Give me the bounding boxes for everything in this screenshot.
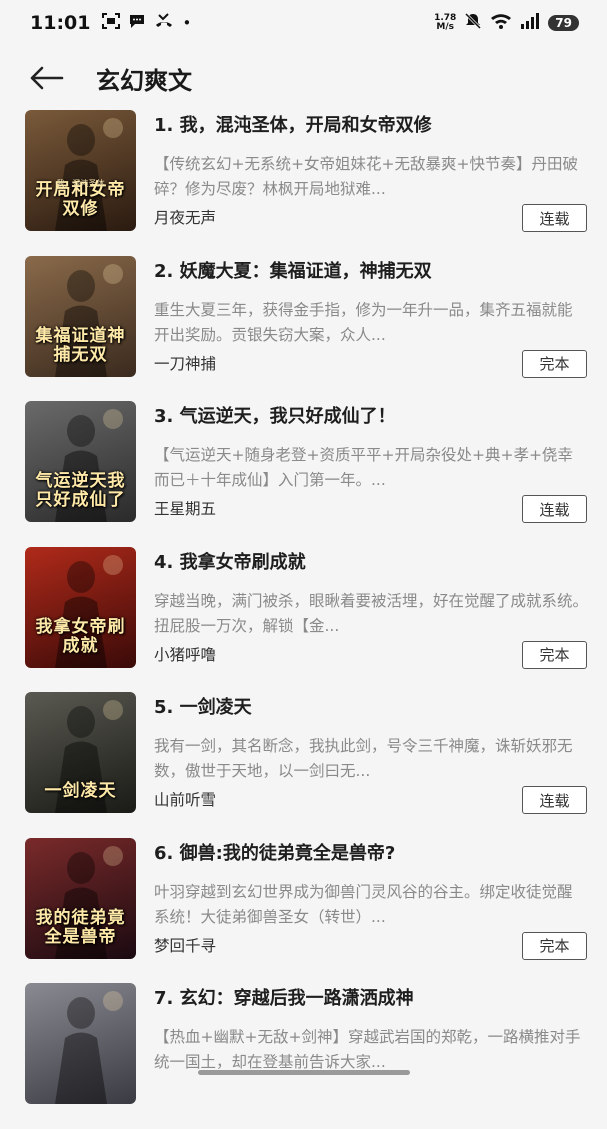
book-list-item[interactable]: 气运逆天我只好成仙了 3. 气运逆天，我只好成仙了！ 【气运逆天+随身老登+资质平平… <box>0 401 607 547</box>
status-right: 1.78 M/s 79 <box>434 12 579 34</box>
battery-indicator: 79 <box>548 15 579 31</box>
dot-icon: • <box>182 14 191 32</box>
home-indicator[interactable] <box>198 1070 410 1075</box>
book-cover[interactable]: 气运逆天我只好成仙了 <box>25 401 136 522</box>
cover-title: 我拿女帝刷成就 <box>31 618 130 656</box>
book-cover[interactable] <box>25 983 136 1104</box>
book-status-badge: 完本 <box>522 932 587 960</box>
book-info: 1. 我，混沌圣体，开局和女帝双修【传统玄幻+无系统+女帝姐妹花+无敌暴爽+快节… <box>154 110 587 256</box>
book-list-item[interactable]: 集福证道神捕无双 2. 妖魔大夏：集福证道，神捕无双重生大夏三年，获得金手指，修为… <box>0 256 607 402</box>
book-list-item[interactable]: 开局和女帝双修我，混沌圣体1. 我，混沌圣体，开局和女帝双修【传统玄幻+无系统+… <box>0 110 607 256</box>
book-status-badge: 连载 <box>522 495 587 523</box>
book-info: 4. 我拿女帝刷成就穿越当晚，满门被杀，眼瞅着要被活埋，好在觉醒了成就系统。 扭… <box>154 547 587 693</box>
book-info: 7. 玄幻：穿越后我一路潇洒成神【热血+幽默+无敌+剑神】穿越武岩国的郑乾，一路… <box>154 983 587 1129</box>
book-description: 我有一剑，其名断念，我执此剑，号令三千神魔，诛斩妖邪无数，傲世于天地，以一剑曰无… <box>154 734 587 784</box>
book-author: 梦回千寻 <box>154 934 216 956</box>
book-description: 【气运逆天+随身老登+资质平平+开局杂役处+典+孝+侥幸而已＋十年成仙】入门第一… <box>154 443 587 493</box>
status-bar: 11:01 • 1.78 M/s 79 <box>0 0 607 46</box>
book-title[interactable]: 1. 我，混沌圣体，开局和女帝双修 <box>154 114 587 138</box>
book-title[interactable]: 5. 一剑凌天 <box>154 696 587 720</box>
book-title[interactable]: 4. 我拿女帝刷成就 <box>154 551 587 575</box>
book-info: 6. 御兽:我的徒弟竟全是兽帝? 叶羽穿越到玄幻世界成为御兽门灵风谷的谷主。绑定收… <box>154 838 587 984</box>
mute-icon <box>464 12 482 34</box>
book-title[interactable]: 7. 玄幻：穿越后我一路潇洒成神 <box>154 987 587 1011</box>
cover-illustration <box>25 983 136 1104</box>
book-cover[interactable]: 我拿女帝刷成就 <box>25 547 136 668</box>
book-author: 小猪呼噜 <box>154 643 216 665</box>
book-list: 开局和女帝双修我，混沌圣体1. 我，混沌圣体，开局和女帝双修【传统玄幻+无系统+… <box>0 110 607 1129</box>
book-list-item[interactable]: 7. 玄幻：穿越后我一路潇洒成神【热血+幽默+无敌+剑神】穿越武岩国的郑乾，一路… <box>0 983 607 1129</box>
book-status-badge: 完本 <box>522 350 587 378</box>
book-author: 一刀神捕 <box>154 352 216 374</box>
book-author: 山前听雪 <box>154 788 216 810</box>
book-list-item[interactable]: 我拿女帝刷成就 4. 我拿女帝刷成就穿越当晚，满门被杀，眼瞅着要被活埋，好在觉醒了… <box>0 547 607 693</box>
net-speed: 1.78 M/s <box>434 14 456 32</box>
book-description: 叶羽穿越到玄幻世界成为御兽门灵风谷的谷主。绑定收徒觉醒系统！大徒弟御兽圣女（转世… <box>154 880 587 930</box>
cover-subtitle: 我，混沌圣体 <box>25 178 136 189</box>
book-info: 3. 气运逆天，我只好成仙了！ 【气运逆天+随身老登+资质平平+开局杂役处+典+孝… <box>154 401 587 547</box>
book-description: 重生大夏三年，获得金手指，修为一年升一品，集齐五福就能开出奖励。贡银失窃大案，众… <box>154 298 587 348</box>
cover-title: 气运逆天我只好成仙了 <box>31 472 130 510</box>
book-description: 穿越当晚，满门被杀，眼瞅着要被活埋，好在觉醒了成就系统。 扭屁股一万次，解锁【金… <box>154 589 587 639</box>
book-status-badge: 连载 <box>522 204 587 232</box>
missed-call-icon <box>154 12 174 34</box>
book-info: 2. 妖魔大夏：集福证道，神捕无双重生大夏三年，获得金手指，修为一年升一品，集齐… <box>154 256 587 402</box>
app-bar: 玄幻爽文 <box>0 50 607 106</box>
signal-icon <box>520 13 540 33</box>
book-list-item[interactable]: 一剑凌天 5. 一剑凌天我有一剑，其名断念，我执此剑，号令三千神魔，诛斩妖邪无数，… <box>0 692 607 838</box>
book-author: 王星期五 <box>154 497 216 519</box>
arrow-left-icon <box>28 66 64 90</box>
book-description: 【热血+幽默+无敌+剑神】穿越武岩国的郑乾，一路横推对手统一国土，却在登基前告诉… <box>154 1025 587 1075</box>
cover-title: 集福证道神捕无双 <box>31 327 130 365</box>
book-cover[interactable]: 集福证道神捕无双 <box>25 256 136 377</box>
status-time: 11:01 <box>30 12 90 34</box>
net-speed-unit: M/s <box>434 23 456 32</box>
book-list-item[interactable]: 我的徒弟竟全是兽帝 6. 御兽:我的徒弟竟全是兽帝? 叶羽穿越到玄幻世界成为御兽门灵… <box>0 838 607 984</box>
cover-title: 一剑凌天 <box>31 782 130 801</box>
status-notification-icons: • <box>102 12 191 34</box>
scan-icon <box>102 12 120 34</box>
book-title[interactable]: 2. 妖魔大夏：集福证道，神捕无双 <box>154 260 587 284</box>
cover-title: 我的徒弟竟全是兽帝 <box>31 909 130 947</box>
message-icon <box>128 12 146 34</box>
book-cover[interactable]: 一剑凌天 <box>25 692 136 813</box>
book-status-badge: 连载 <box>522 786 587 814</box>
book-status-badge: 完本 <box>522 641 587 669</box>
book-cover[interactable]: 开局和女帝双修我，混沌圣体 <box>25 110 136 231</box>
book-title[interactable]: 3. 气运逆天，我只好成仙了！ <box>154 405 587 429</box>
back-button[interactable] <box>16 50 76 106</box>
book-title[interactable]: 6. 御兽:我的徒弟竟全是兽帝? <box>154 842 587 866</box>
page-title: 玄幻爽文 <box>96 61 192 96</box>
book-description: 【传统玄幻+无系统+女帝姐妹花+无敌暴爽+快节奏】丹田破碎？修为尽废？林枫开局地… <box>154 152 587 202</box>
book-info: 5. 一剑凌天我有一剑，其名断念，我执此剑，号令三千神魔，诛斩妖邪无数，傲世于天… <box>154 692 587 838</box>
wifi-icon <box>490 12 512 34</box>
book-cover[interactable]: 我的徒弟竟全是兽帝 <box>25 838 136 959</box>
book-author: 月夜无声 <box>154 206 216 228</box>
